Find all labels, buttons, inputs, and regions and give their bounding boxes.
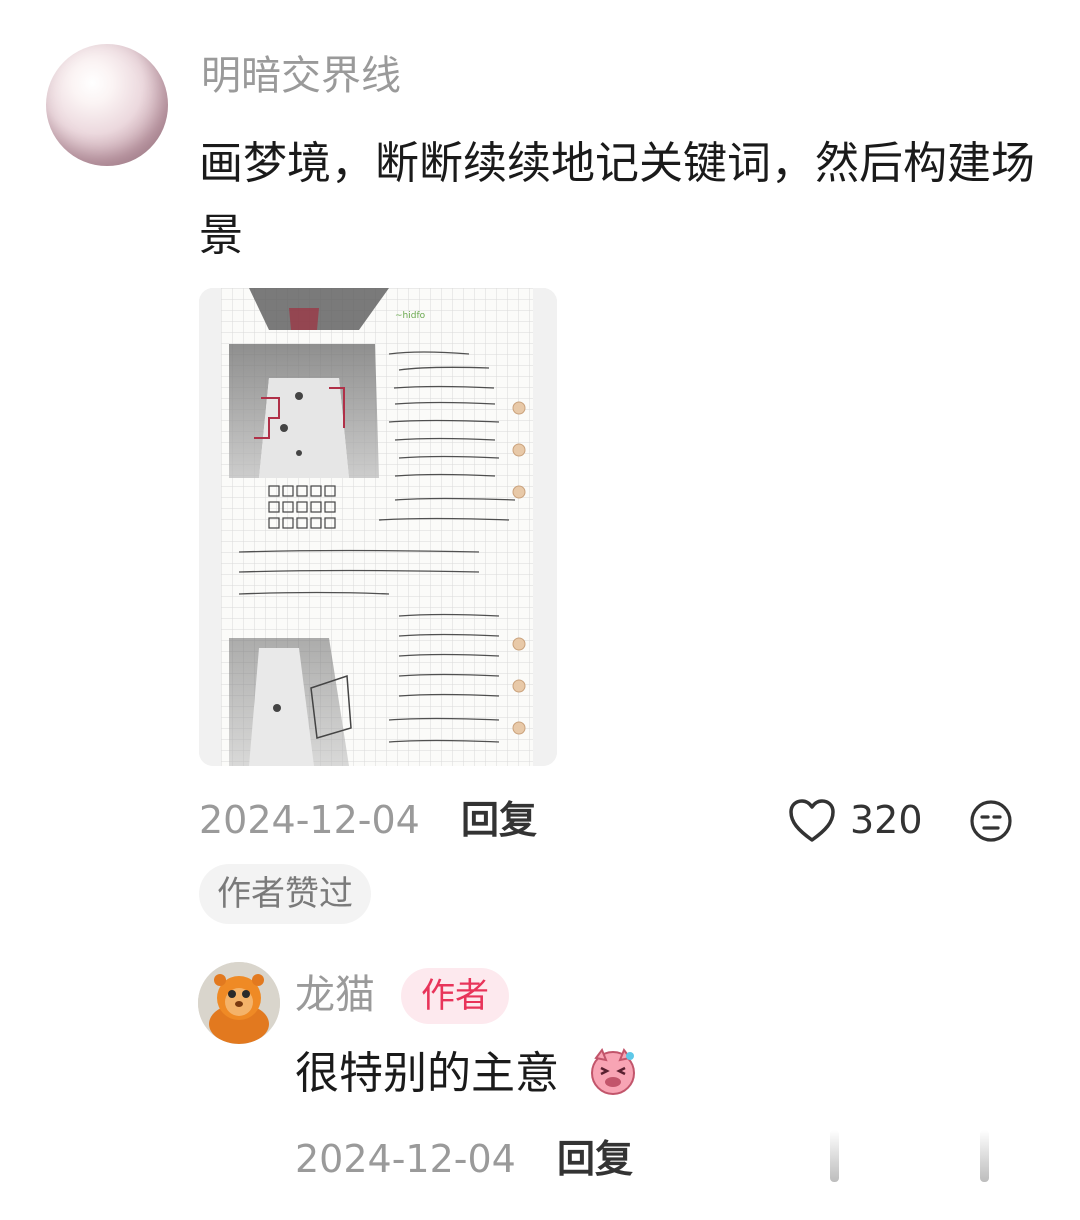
svg-text:~hidfo: ~hidfo <box>395 311 426 321</box>
scroll-indicator-left <box>830 1130 839 1182</box>
comment-date: 2024-12-04 <box>199 798 420 842</box>
reply-text: 很特别的主意 <box>295 1048 559 1099</box>
reply-date: 2024-12-04 <box>295 1137 516 1181</box>
notebook-sketch-image: ~hidfo <box>199 288 557 766</box>
comment-text: 画梦境，断断续续地记关键词，然后构建场景 <box>199 138 1035 261</box>
neutral-face-icon[interactable] <box>969 799 1013 843</box>
reply-button[interactable]: 回复 <box>461 798 537 842</box>
author-liked-tag: 作者赞过 <box>199 864 371 924</box>
reply-reply-button[interactable]: 回复 <box>557 1137 633 1181</box>
comment-username[interactable]: 明暗交界线 <box>201 52 401 100</box>
scroll-indicator-right <box>980 1130 989 1182</box>
comment-image[interactable]: ~hidfo <box>199 288 557 766</box>
user-avatar[interactable] <box>46 44 168 166</box>
like-count: 320 <box>850 798 923 842</box>
heart-icon[interactable] <box>788 798 836 844</box>
author-badge: 作者 <box>401 968 509 1024</box>
laughing-pig-emoji <box>588 1046 638 1096</box>
reply-user-avatar[interactable] <box>198 962 280 1044</box>
reply-username[interactable]: 龙猫 <box>295 970 375 1020</box>
